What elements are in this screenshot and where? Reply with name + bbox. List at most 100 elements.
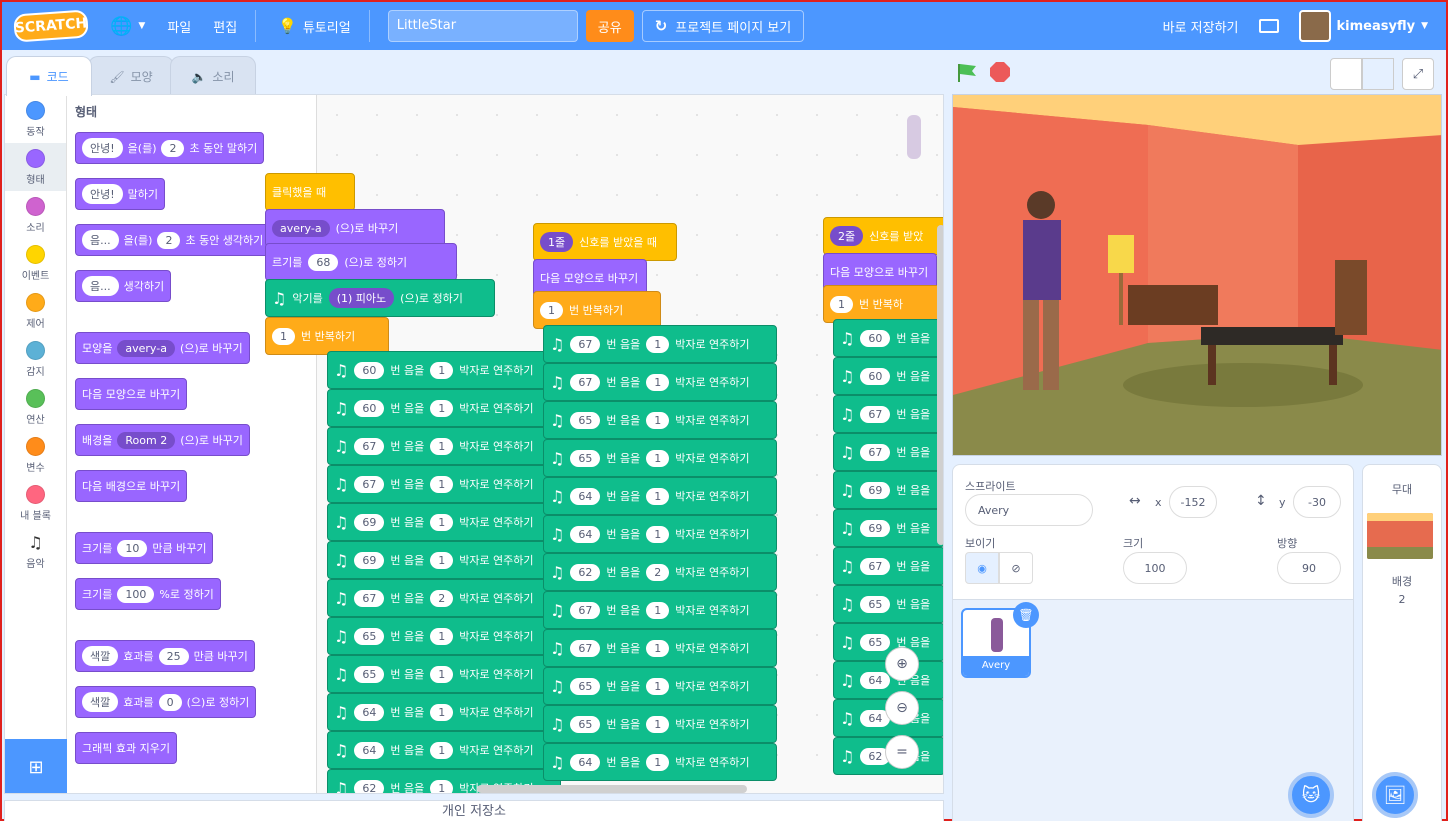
beats-input[interactable]: 1 [646, 601, 670, 619]
block-input[interactable]: 1 [272, 327, 295, 345]
save-now-button[interactable]: 바로 저장하기 [1163, 17, 1239, 36]
next-costume-block[interactable]: 다음 모양으로 바꾸기 [75, 378, 188, 410]
set-size-block[interactable]: 크기를 100 %로 정하기 [75, 578, 221, 610]
beats-input[interactable]: 1 [430, 779, 454, 793]
backdrop-dropdown[interactable]: Room 2 [117, 431, 176, 449]
play-note-block[interactable]: ♫ 69 번 음을 1 박자로 연주하기 [327, 541, 561, 579]
vertical-scrollbar[interactable] [937, 225, 943, 545]
play-note-block[interactable]: ♫ 62 번 음을 2 박자로 연주하기 [543, 553, 777, 591]
beats-input[interactable]: 1 [430, 627, 454, 645]
block-input[interactable]: 10 [117, 539, 148, 557]
category-motion[interactable]: 동작 [5, 95, 66, 143]
note-input[interactable]: 69 [354, 513, 385, 531]
block-input[interactable]: 2 [157, 231, 181, 249]
next-backdrop-block[interactable]: 다음 배경으로 바꾸기 [75, 470, 188, 502]
play-note-block[interactable]: ♫ 65 번 음을 1 박자로 연주하기 [327, 655, 561, 693]
tab-costumes[interactable]: 🖌 모양 [88, 56, 174, 96]
stop-icon[interactable] [990, 62, 1010, 82]
see-project-page-button[interactable]: ↻ 프로젝트 페이지 보기 [641, 10, 805, 42]
backpack[interactable]: 개인 저장소 [4, 800, 944, 821]
switch-costume-block[interactable]: 모양을 avery-a (으)로 바꾸기 [75, 332, 250, 364]
category-music[interactable]: ♫ 음악 [5, 527, 66, 575]
beats-input[interactable]: 1 [646, 525, 670, 543]
note-input[interactable]: 65 [570, 677, 601, 695]
note-input[interactable]: 65 [570, 411, 601, 429]
note-input[interactable]: 65 [570, 449, 601, 467]
effect-dropdown[interactable]: 색깔 [82, 692, 119, 712]
category-sensing[interactable]: 감지 [5, 335, 66, 383]
beats-input[interactable]: 1 [646, 487, 670, 505]
play-note-block[interactable]: ♫ 69 번 음을 1 박자로 연주하기 [327, 503, 561, 541]
language-menu[interactable]: 🌐 ▼ [110, 16, 145, 37]
zoom-reset-button[interactable]: = [885, 735, 919, 769]
play-note-block[interactable]: ♫ 60 번 음을 1 박자로 연주하기 [327, 351, 561, 389]
size-field[interactable]: 100 [1123, 552, 1187, 584]
note-input[interactable]: 64 [354, 703, 385, 721]
beats-input[interactable]: 1 [646, 335, 670, 353]
when-flag-clicked-block[interactable]: 클릭했을 때 [265, 173, 355, 211]
beats-input[interactable]: 1 [646, 411, 670, 429]
broadcast-dropdown[interactable]: 2줄 [830, 226, 864, 246]
beats-input[interactable]: 1 [430, 399, 454, 417]
play-note-block[interactable]: ♫ 69 번 음을 [833, 471, 943, 509]
note-input[interactable]: 67 [354, 437, 385, 455]
play-note-block[interactable]: ♫ 64 번 음을 1 박자로 연주하기 [327, 731, 561, 769]
think-block[interactable]: 음... 생각하기 [75, 270, 172, 302]
tab-code[interactable]: ▬ 코드 [6, 56, 92, 96]
note-input[interactable]: 60 [354, 399, 385, 417]
block-input[interactable]: 25 [158, 647, 189, 665]
zoom-out-button[interactable]: ⊖ [885, 691, 919, 725]
beats-input[interactable]: 1 [646, 715, 670, 733]
y-position-field[interactable]: -30 [1293, 486, 1341, 518]
note-input[interactable]: 62 [354, 779, 385, 793]
note-input[interactable]: 65 [570, 715, 601, 733]
note-input[interactable]: 69 [354, 551, 385, 569]
tutorials-button[interactable]: 💡 튜토리얼 [278, 17, 351, 36]
play-note-block[interactable]: ♫ 60 번 음을 [833, 319, 943, 357]
beats-input[interactable]: 1 [430, 741, 454, 759]
stage-canvas[interactable] [952, 94, 1442, 456]
play-note-block[interactable]: ♫ 64 번 음을 1 박자로 연주하기 [543, 743, 777, 781]
broadcast-dropdown[interactable]: 1줄 [540, 232, 574, 252]
note-input[interactable]: 67 [354, 589, 385, 607]
note-input[interactable]: 64 [570, 525, 601, 543]
block-input[interactable]: 안녕! [82, 184, 123, 204]
play-note-block[interactable]: ♫ 65 번 음을 1 박자로 연주하기 [543, 401, 777, 439]
play-note-block[interactable]: ♫ 67 번 음을 1 박자로 연주하기 [543, 629, 777, 667]
small-stage-button[interactable] [1330, 58, 1362, 90]
note-input[interactable]: 67 [570, 335, 601, 353]
note-input[interactable]: 64 [354, 741, 385, 759]
note-input[interactable]: 67 [860, 443, 891, 461]
x-position-field[interactable]: -152 [1169, 486, 1217, 518]
zoom-in-button[interactable]: ⊕ [885, 647, 919, 681]
beats-input[interactable]: 1 [430, 551, 454, 569]
beats-input[interactable]: 1 [646, 373, 670, 391]
play-note-block[interactable]: ♫ 67 번 음을 1 박자로 연주하기 [543, 363, 777, 401]
large-stage-button[interactable] [1362, 58, 1394, 90]
choose-backdrop-button[interactable]: 🖼 [1372, 772, 1418, 818]
play-note-block[interactable]: ♫ 65 번 음을 [833, 585, 943, 623]
repeat-block[interactable]: 1 번 반복하 [823, 285, 943, 323]
say-block[interactable]: 안녕! 말하기 [75, 178, 166, 210]
play-note-block[interactable]: ♫ 64 번 음을 1 박자로 연주하기 [543, 477, 777, 515]
category-my-blocks[interactable]: 내 블록 [5, 479, 66, 527]
play-note-block[interactable]: ♫ 65 번 음을 1 박자로 연주하기 [543, 439, 777, 477]
beats-input[interactable]: 1 [430, 703, 454, 721]
category-events[interactable]: 이벤트 [5, 239, 66, 287]
play-note-block[interactable]: ♫ 69 번 음을 [833, 509, 943, 547]
repeat-block[interactable]: 1 번 반복하기 [533, 291, 661, 329]
beats-input[interactable]: 1 [430, 475, 454, 493]
beats-input[interactable]: 1 [430, 665, 454, 683]
category-sound[interactable]: 소리 [5, 191, 66, 239]
tab-sounds[interactable]: 🔈 소리 [170, 56, 256, 96]
block-input[interactable]: 100 [117, 585, 155, 603]
play-note-block[interactable]: ♫ 67 번 음을 [833, 433, 943, 471]
beats-input[interactable]: 2 [430, 589, 454, 607]
category-variables[interactable]: 변수 [5, 431, 66, 479]
beats-input[interactable]: 1 [430, 437, 454, 455]
block-input[interactable]: 2 [161, 139, 185, 157]
play-note-block[interactable]: ♫ 67 번 음을 1 박자로 연주하기 [543, 591, 777, 629]
play-note-block[interactable]: ♫ 64 번 음을 1 박자로 연주하기 [543, 515, 777, 553]
clear-effects-block[interactable]: 그래픽 효과 지우기 [75, 732, 177, 764]
fullscreen-button[interactable]: ⤢ [1402, 58, 1434, 90]
